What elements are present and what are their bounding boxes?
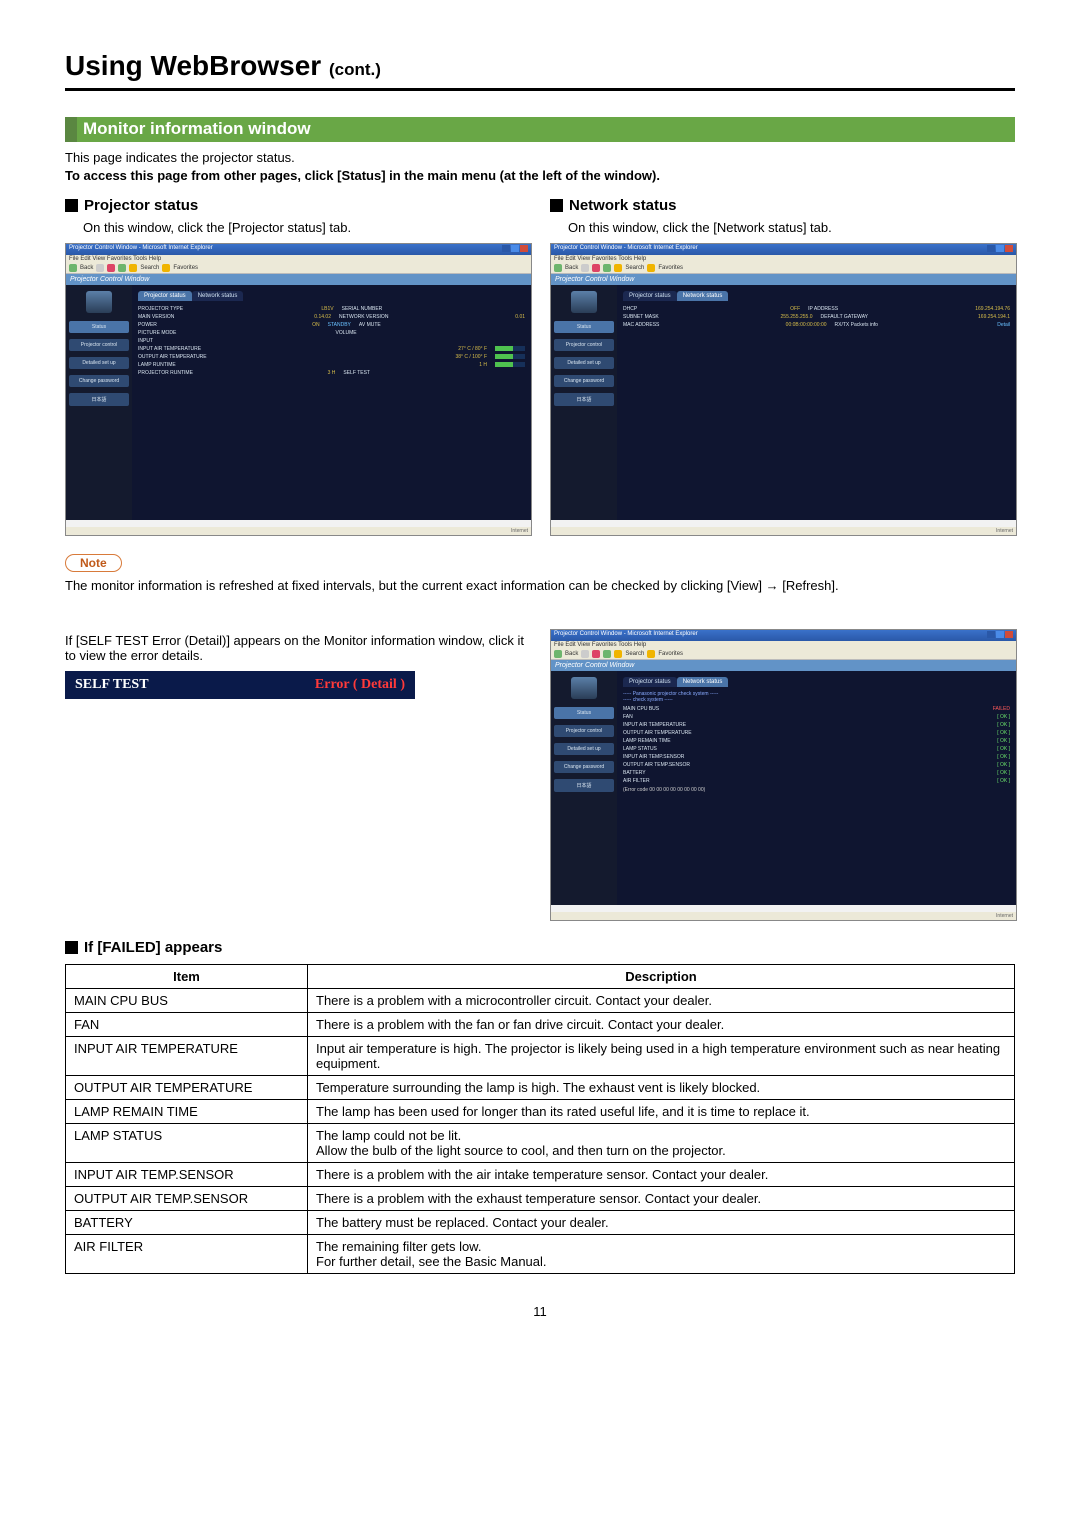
square-bullet-icon: [550, 199, 563, 212]
sidebar-japanese[interactable]: 日本語: [554, 393, 614, 406]
note-pill: Note: [65, 554, 122, 572]
self-test-error-link[interactable]: Error ( Detail ): [315, 677, 405, 693]
failed-table: Item Description MAIN CPU BUSThere is a …: [65, 964, 1015, 1274]
failed-heading: If [FAILED] appears: [65, 939, 1015, 956]
table-row: OUTPUT AIR TEMPERATURETemperature surrou…: [66, 1076, 1015, 1100]
table-row: LAMP REMAIN TIMEThe lamp has been used f…: [66, 1100, 1015, 1124]
selftest-screenshot-col: Projector Control Window - Microsoft Int…: [550, 629, 1015, 922]
tab-network-status[interactable]: Network status: [677, 291, 729, 301]
title-rule: [65, 88, 1015, 91]
selftest-rows: MAIN CPU BUSFAILEDFAN[ OK ]INPUT AIR TEM…: [623, 705, 1010, 785]
window-buttons: [501, 245, 528, 254]
section-banner: Monitor information window: [65, 117, 1015, 142]
pcw-sidebar: Status Projector control Detailed set up…: [66, 285, 132, 520]
intro-line1: This page indicates the projector status…: [65, 150, 1015, 165]
table-row: INPUT AIR TEMPERATUREInput air temperatu…: [66, 1037, 1015, 1076]
table-row: FANThere is a problem with the fan or fa…: [66, 1013, 1015, 1037]
sidebar-change-password[interactable]: Change password: [554, 375, 614, 387]
network-status-heading: Network status: [550, 197, 1015, 214]
failed-col-desc: Description: [308, 965, 1015, 989]
intro-block: This page indicates the projector status…: [65, 150, 1015, 183]
tab-projector-status[interactable]: Projector status: [623, 291, 677, 301]
sidebar-projector-control[interactable]: Projector control: [69, 339, 129, 351]
page-title-cont: (cont.): [329, 60, 381, 79]
tab-projector-status[interactable]: Projector status: [138, 291, 192, 301]
table-row: MAIN CPU BUSThere is a problem with a mi…: [66, 989, 1015, 1013]
table-row: AIR FILTERThe remaining filter gets low.…: [66, 1235, 1015, 1274]
sidebar-detailed-setup[interactable]: Detailed set up: [69, 357, 129, 369]
sidebar-status[interactable]: Status: [554, 321, 614, 333]
sidebar-detailed-setup[interactable]: Detailed set up: [554, 357, 614, 369]
projector-status-screenshot: Projector Control Window - Microsoft Int…: [65, 243, 532, 536]
square-bullet-icon: [65, 199, 78, 212]
sidebar-status[interactable]: Status: [69, 321, 129, 333]
page-title: Using WebBrowser (cont.): [65, 50, 1015, 82]
browser-statusbar: Internet: [66, 527, 531, 535]
section-banner-text: Monitor information window: [77, 117, 1015, 142]
projector-status-heading: Projector status: [65, 197, 530, 214]
projector-status-col: Projector status On this window, click t…: [65, 197, 530, 536]
sidebar-japanese[interactable]: 日本語: [69, 393, 129, 406]
intro-line2: To access this page from other pages, cl…: [65, 168, 1015, 183]
network-status-screenshot: Projector Control Window - Microsoft Int…: [550, 243, 1017, 536]
manual-page: Using WebBrowser (cont.) Monitor informa…: [0, 0, 1080, 1349]
browser-menubar: File Edit View Favorites Tools Help: [66, 255, 531, 263]
browser-titlebar: Projector Control Window - Microsoft Int…: [66, 244, 531, 255]
square-bullet-icon: [65, 941, 78, 954]
failed-col-item: Item: [66, 965, 308, 989]
projector-logo-icon: [86, 291, 112, 313]
table-row: LAMP STATUSThe lamp could not be lit.All…: [66, 1124, 1015, 1163]
page-number: 11: [65, 1304, 1015, 1319]
selftest-text-col: If [SELF TEST Error (Detail)] appears on…: [65, 629, 530, 922]
page-title-main: Using WebBrowser: [65, 50, 321, 81]
network-status-caption: On this window, click the [Network statu…: [568, 220, 1015, 235]
pcw-main: Projector status Network status PROJECTO…: [132, 285, 531, 520]
table-row: INPUT AIR TEMP.SENSORThere is a problem …: [66, 1163, 1015, 1187]
failed-table-wrap: Item Description MAIN CPU BUSThere is a …: [65, 964, 1015, 1274]
self-test-bar: SELF TEST Error ( Detail ): [65, 671, 415, 699]
sidebar-projector-control[interactable]: Projector control: [554, 339, 614, 351]
network-status-col: Network status On this window, click the…: [550, 197, 1015, 536]
sidebar-change-password[interactable]: Change password: [69, 375, 129, 387]
browser-toolbar: Back Search Favorites: [66, 263, 531, 274]
self-test-label: SELF TEST: [75, 677, 149, 693]
selftest-paragraph: If [SELF TEST Error (Detail)] appears on…: [65, 633, 530, 663]
banner-accent: [65, 117, 77, 142]
table-row: OUTPUT AIR TEMP.SENSORThere is a problem…: [66, 1187, 1015, 1211]
note-text: The monitor information is refreshed at …: [65, 578, 1015, 593]
tab-network-status[interactable]: Network status: [192, 291, 244, 301]
table-row: BATTERYThe battery must be replaced. Con…: [66, 1211, 1015, 1235]
projector-status-caption: On this window, click the [Projector sta…: [83, 220, 530, 235]
selftest-screenshot: Projector Control Window - Microsoft Int…: [550, 629, 1017, 922]
pcw-header: Projector Control Window: [66, 274, 531, 285]
